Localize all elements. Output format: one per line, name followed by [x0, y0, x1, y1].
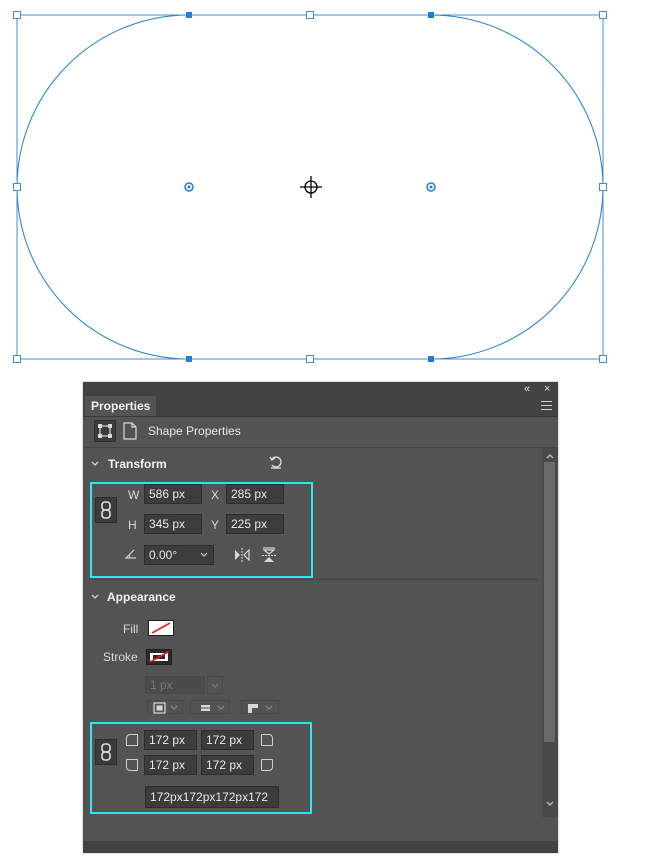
panel-top-strip: « ×: [83, 382, 558, 396]
x-label: X: [211, 488, 220, 502]
handle-top-left[interactable]: [13, 11, 21, 19]
stroke-join-icon: [248, 704, 273, 713]
handle-bottom-middle[interactable]: [306, 355, 314, 363]
width-label: W: [128, 488, 140, 502]
chevron-down-icon[interactable]: [199, 550, 209, 560]
stroke-align-icon: [153, 702, 178, 714]
top-right-radius-field[interactable]: 172 px: [201, 730, 254, 750]
no-fill-icon: [151, 622, 171, 634]
chevron-down-icon[interactable]: [90, 592, 100, 602]
height-label: H: [128, 518, 137, 532]
stroke-width-field[interactable]: 1 px: [145, 676, 205, 694]
scrollbar-thumb[interactable]: [544, 462, 555, 742]
scroll-up-icon[interactable]: [545, 452, 555, 460]
bottom-right-radius-field[interactable]: 172 px: [201, 755, 254, 775]
shape-tool-icon[interactable]: [94, 420, 116, 442]
handle-top-right[interactable]: [599, 11, 607, 19]
properties-panel: « × Properties Shape Properties Transfor…: [83, 382, 558, 853]
link-icon: [101, 501, 111, 519]
stroke-label: Stroke: [103, 650, 138, 664]
scroll-down-icon[interactable]: [545, 800, 555, 808]
fill-label: Fill: [123, 622, 139, 636]
close-icon[interactable]: ×: [544, 383, 550, 395]
combined-radius-field[interactable]: 172px172px172px172: [145, 786, 279, 808]
document-icon[interactable]: [122, 421, 138, 441]
panel-tab-row: Properties: [83, 396, 558, 417]
handle-middle-left[interactable]: [13, 183, 21, 191]
transform-title[interactable]: Transform: [108, 457, 167, 471]
constrain-proportions-button[interactable]: [95, 497, 117, 523]
bottom-left-radius-field[interactable]: 172 px: [144, 755, 197, 775]
width-field[interactable]: 586 px: [144, 484, 202, 504]
fill-swatch[interactable]: [148, 620, 174, 636]
corner-icon: [261, 759, 273, 771]
link-corners-button[interactable]: [95, 739, 117, 765]
handle-bottom-left[interactable]: [13, 355, 21, 363]
stroke-cap-icon: [199, 705, 225, 711]
link-icon: [101, 743, 111, 761]
y-field[interactable]: 225 px: [226, 514, 284, 534]
shape-properties-label: Shape Properties: [148, 424, 241, 438]
panel-bottom-bar: [83, 841, 558, 853]
handle-top-middle[interactable]: [306, 11, 314, 19]
collapse-icon[interactable]: «: [524, 383, 530, 395]
artboard-canvas[interactable]: [0, 0, 647, 380]
stroke-join-dropdown[interactable]: [241, 700, 279, 714]
corner-icon: [126, 734, 138, 746]
corner-icon: [261, 734, 273, 746]
top-left-radius-field[interactable]: 172 px: [144, 730, 197, 750]
height-field[interactable]: 345 px: [144, 514, 202, 534]
stroke-color-icon: [149, 651, 169, 663]
y-label: Y: [211, 518, 220, 532]
stroke-align-dropdown[interactable]: [147, 700, 183, 714]
appearance-title[interactable]: Appearance: [107, 590, 176, 604]
stroke-width-dropdown[interactable]: [207, 676, 223, 694]
flip-vertical-icon[interactable]: [261, 545, 277, 565]
handle-bottom-right[interactable]: [599, 355, 607, 363]
flip-horizontal-icon[interactable]: [233, 547, 251, 563]
handle-middle-right[interactable]: [599, 183, 607, 191]
reset-icon[interactable]: [268, 454, 284, 470]
corner-icon: [126, 759, 138, 771]
menu-icon[interactable]: [541, 401, 552, 410]
chevron-down-icon: [211, 683, 219, 688]
rotate-angle-icon: [124, 549, 136, 559]
x-field[interactable]: 285 px: [226, 484, 284, 504]
tab-properties[interactable]: Properties: [85, 396, 157, 416]
stroke-swatch[interactable]: [146, 649, 172, 665]
section-divider: [89, 579, 539, 580]
chevron-down-icon[interactable]: [90, 459, 100, 469]
stroke-cap-dropdown[interactable]: [190, 700, 230, 714]
